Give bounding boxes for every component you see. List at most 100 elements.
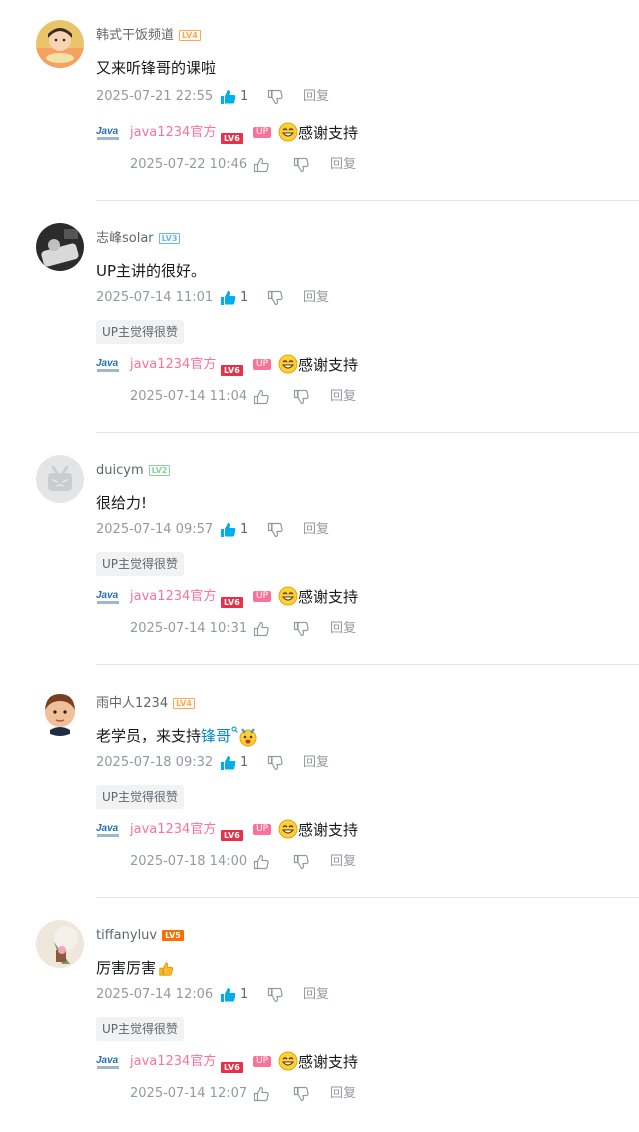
reply-button[interactable]: 回复: [303, 520, 329, 540]
java-logo-icon[interactable]: Java: [96, 1051, 120, 1073]
reply-level-badge: LV6: [221, 365, 243, 376]
username[interactable]: duicym LV2: [96, 463, 171, 479]
reply-username[interactable]: java1234官方: [130, 356, 216, 374]
reply-text: 感谢支持: [298, 356, 359, 374]
username[interactable]: 雨中人1234 LV4: [96, 696, 195, 712]
reply-text: 感谢支持: [298, 821, 359, 839]
dislike-icon[interactable]: [293, 854, 309, 870]
grin-emoji-icon: [278, 1051, 298, 1071]
dislike-icon[interactable]: [293, 389, 309, 405]
reply-time: 2025-07-14 10:31: [130, 621, 248, 636]
reply-time: 2025-07-18 14:00: [130, 854, 248, 869]
comment-item: 志峰solar LV3 UP主讲的很好。 2025-07-14 11:01 1 回…: [0, 203, 639, 435]
level-badge: LV5: [162, 930, 184, 941]
reply-level-badge: LV6: [221, 830, 243, 841]
mention-link[interactable]: 锋哥: [201, 727, 231, 745]
like-count: 1: [240, 290, 249, 305]
comment-time: 2025-07-14 11:01: [96, 290, 214, 305]
username[interactable]: 韩式干饭频道 LV4: [96, 28, 201, 44]
divider: [96, 897, 639, 898]
comment-item: duicym LV2 很给力! 2025-07-14 09:57 1 回复 UP主…: [0, 435, 639, 667]
reply-time: 2025-07-14 11:04: [130, 389, 248, 404]
avatar[interactable]: [36, 223, 84, 271]
like-icon[interactable]: [253, 854, 269, 870]
comment-text: 又来听锋哥的课啦: [96, 59, 217, 77]
username[interactable]: 志峰solar LV3: [96, 231, 181, 247]
like-count: 1: [240, 987, 249, 1002]
like-icon[interactable]: [253, 389, 269, 405]
level-badge: LV2: [148, 465, 171, 476]
reply-button[interactable]: 回复: [303, 87, 329, 107]
thumbs-up-emoji-icon: [159, 961, 174, 976]
username-text[interactable]: 韩式干饭频道: [96, 28, 174, 43]
like-icon[interactable]: [253, 621, 269, 637]
java-logo-icon[interactable]: Java: [96, 819, 120, 841]
like-count: 1: [240, 755, 249, 770]
grin-emoji-icon: [278, 819, 298, 839]
dislike-icon[interactable]: [293, 1086, 309, 1102]
like-icon[interactable]: [253, 1086, 269, 1102]
dislike-icon[interactable]: [267, 755, 283, 771]
reply-username[interactable]: java1234官方: [130, 1053, 216, 1071]
reply-username[interactable]: java1234官方: [130, 124, 216, 142]
dislike-icon[interactable]: [267, 987, 283, 1003]
reply-button[interactable]: 回复: [303, 753, 329, 773]
grin-emoji-icon: [278, 122, 298, 142]
reply-text: 感谢支持: [298, 588, 359, 606]
username-text[interactable]: tiffanyluv: [96, 928, 157, 943]
java-logo-icon[interactable]: Java: [96, 354, 120, 376]
up-tag: UP: [253, 591, 272, 602]
username-text[interactable]: 志峰solar: [96, 231, 154, 246]
avatar[interactable]: [36, 920, 84, 968]
reply-username[interactable]: java1234官方: [130, 588, 216, 606]
reply-time: 2025-07-14 12:07: [130, 1086, 248, 1101]
level-badge: LV3: [158, 233, 181, 244]
dislike-icon[interactable]: [267, 522, 283, 538]
like-icon[interactable]: [253, 157, 269, 173]
comment-text: 很给力!: [96, 494, 148, 512]
divider: [96, 664, 639, 665]
grin-emoji-icon: [278, 354, 298, 374]
username-text[interactable]: duicym: [96, 463, 144, 478]
avatar[interactable]: [36, 455, 84, 503]
reply-username[interactable]: java1234官方: [130, 821, 216, 839]
up-liked-badge: UP主觉得很赞: [96, 1017, 185, 1041]
comment-time: 2025-07-14 09:57: [96, 522, 214, 537]
up-tag: UP: [253, 824, 272, 835]
dislike-icon[interactable]: [293, 157, 309, 173]
search-icon[interactable]: [231, 726, 238, 733]
default-avatar-icon: [36, 455, 84, 503]
reply-level-badge: LV6: [221, 1062, 243, 1073]
grin-emoji-icon: [278, 586, 298, 606]
comment-text: UP主讲的很好。: [96, 262, 207, 280]
username-text[interactable]: 雨中人1234: [96, 696, 168, 711]
comment-text-part: 厉害厉害: [96, 959, 157, 977]
reply-text: 感谢支持: [298, 1053, 359, 1071]
reply-button[interactable]: 回复: [330, 1084, 356, 1104]
reply-button[interactable]: 回复: [330, 852, 356, 872]
svg-text:Java: Java: [96, 1055, 119, 1066]
reply-button[interactable]: 回复: [330, 155, 356, 175]
like-icon[interactable]: [220, 89, 236, 105]
comment-text: 老学员，来支持锋哥: [96, 726, 258, 747]
reply-button[interactable]: 回复: [303, 288, 329, 308]
java-logo-icon[interactable]: Java: [96, 122, 120, 144]
reply-button[interactable]: 回复: [330, 619, 356, 639]
dislike-icon[interactable]: [293, 621, 309, 637]
reply-button[interactable]: 回复: [303, 985, 329, 1005]
up-tag: UP: [253, 1056, 272, 1067]
username[interactable]: tiffanyluv LV5: [96, 928, 184, 944]
reply-button[interactable]: 回复: [330, 387, 356, 407]
up-tag: UP: [253, 359, 272, 370]
reply-text: 感谢支持: [298, 124, 359, 142]
like-icon[interactable]: [220, 522, 236, 538]
like-icon[interactable]: [220, 755, 236, 771]
avatar[interactable]: [36, 688, 84, 736]
avatar[interactable]: [36, 20, 84, 68]
comment-time: 2025-07-21 22:55: [96, 89, 214, 104]
like-icon[interactable]: [220, 987, 236, 1003]
dislike-icon[interactable]: [267, 290, 283, 306]
java-logo-icon[interactable]: Java: [96, 586, 120, 608]
dislike-icon[interactable]: [267, 89, 283, 105]
like-icon[interactable]: [220, 290, 236, 306]
